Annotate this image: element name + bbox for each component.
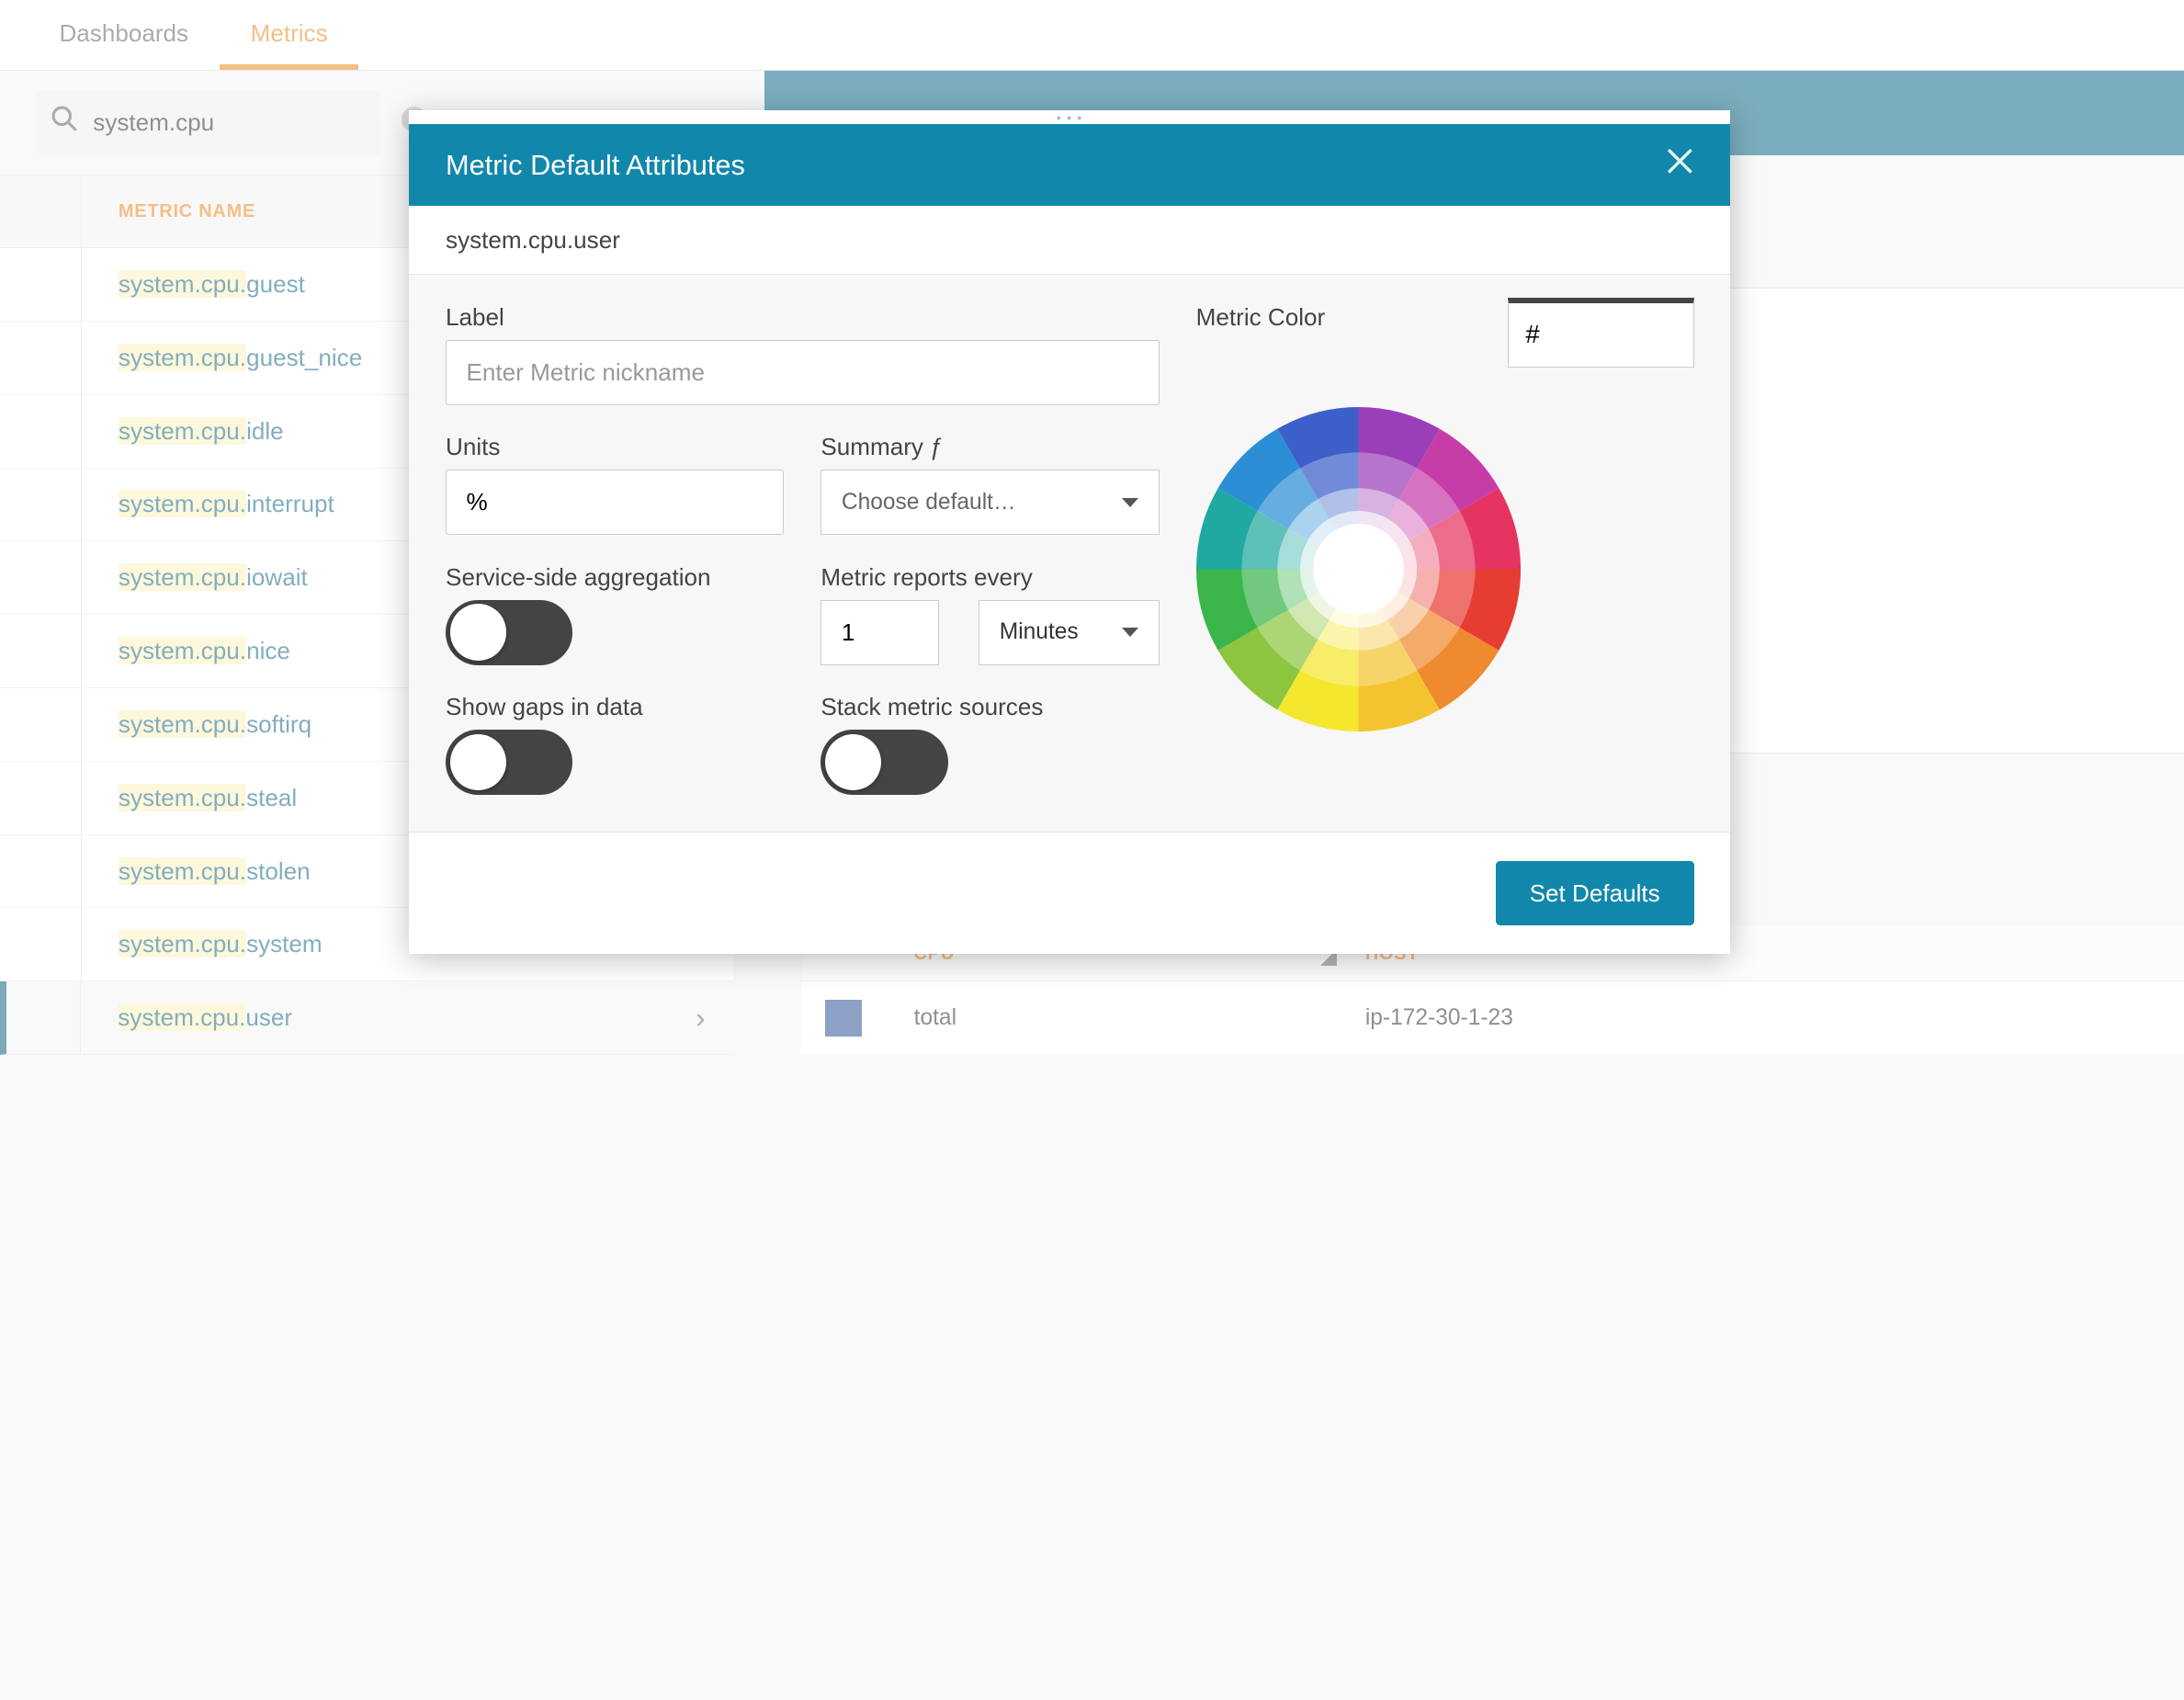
units-input[interactable] [446, 470, 784, 535]
reports-unit-select[interactable]: Minutes [979, 600, 1159, 665]
reports-label: Metric reports every [820, 563, 1159, 592]
ssa-label: Service-side aggregation [446, 563, 784, 592]
label-field-label: Label [446, 303, 1160, 332]
stack-label: Stack metric sources [820, 693, 1159, 721]
ssa-toggle[interactable] [446, 600, 572, 665]
stack-toggle[interactable] [820, 730, 947, 795]
reports-unit-value: Minutes [1000, 619, 1079, 645]
color-hex-input[interactable] [1508, 298, 1694, 368]
gaps-toggle[interactable] [446, 730, 572, 795]
drag-handle-icon[interactable] [409, 110, 1730, 124]
modal-title: Metric Default Attributes [446, 149, 745, 182]
modal-footer: Set Defaults [409, 832, 1730, 954]
modal-header: Metric Default Attributes [409, 124, 1730, 206]
summary-select[interactable]: Choose default… [820, 470, 1159, 535]
summary-select-value: Choose default… [842, 490, 1016, 516]
units-field-label: Units [446, 433, 784, 461]
metric-attributes-modal: Metric Default Attributes system.cpu.use… [409, 110, 1730, 954]
modal-metric-name: system.cpu.user [409, 206, 1730, 275]
label-input[interactable] [446, 340, 1160, 405]
gaps-label: Show gaps in data [446, 693, 784, 721]
set-defaults-button[interactable]: Set Defaults [1496, 861, 1694, 926]
color-wheel[interactable] [1196, 407, 1521, 731]
chevron-down-icon [1122, 628, 1138, 637]
chevron-down-icon [1122, 498, 1138, 507]
reports-value-input[interactable] [820, 600, 939, 665]
metric-color-label: Metric Color [1196, 303, 1326, 332]
close-modal-icon[interactable] [1666, 147, 1694, 184]
summary-field-label: Summary ƒ [820, 433, 1159, 461]
